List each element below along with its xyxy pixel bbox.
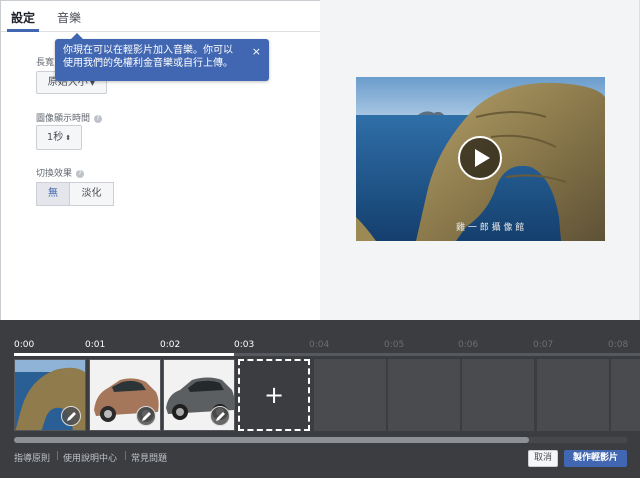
settings-panel: 設定 音樂 長寬比 原始大小 ▼ 圖像顯示時間? 1秒 ⬍ 切換效果? 無 淡化 你… <box>0 0 321 320</box>
create-slideshow-button[interactable]: 製作輕影片 <box>564 450 627 467</box>
edit-clip-button[interactable] <box>210 406 230 426</box>
transition-fade-option[interactable]: 淡化 <box>69 182 114 206</box>
timeline-ruler <box>234 353 640 356</box>
timeline-panel: 0:00 0:01 0:02 0:03 0:04 0:05 0:06 0:07 … <box>0 320 640 478</box>
time-tick: 0:04 <box>309 340 330 350</box>
empty-slot <box>537 359 609 431</box>
pencil-icon <box>142 412 151 421</box>
timeline-scroll-thumb[interactable] <box>14 437 529 443</box>
guidelines-link[interactable]: 指導原則 <box>14 451 50 464</box>
tab-bar: 設定 音樂 <box>1 1 321 32</box>
editor-top: 設定 音樂 長寬比 原始大小 ▼ 圖像顯示時間? 1秒 ⬍ 切換效果? 無 淡化 你… <box>0 0 640 320</box>
image-duration-label: 圖像顯示時間? <box>36 111 103 124</box>
transition-label: 切換效果? <box>36 166 85 179</box>
clip-thumbnail[interactable] <box>89 359 161 431</box>
info-icon[interactable]: ? <box>76 169 85 178</box>
time-tick: 0:02 <box>160 340 181 350</box>
clip-thumbnail[interactable] <box>14 359 86 431</box>
pencil-icon <box>216 412 225 421</box>
close-icon[interactable]: × <box>252 45 261 58</box>
edit-clip-button[interactable] <box>136 406 156 426</box>
empty-slot <box>611 359 640 431</box>
faq-link[interactable]: 常見問題 <box>131 451 167 464</box>
time-tick: 0:03 <box>234 340 255 350</box>
stepper-icon: ⬍ <box>65 134 72 142</box>
tooltip-text-line1: 你現在可以在輕影片加入音樂。你可以 <box>63 45 233 56</box>
tooltip-text-line2: 使用我們的免權利金音樂或自行上傳。 <box>63 58 233 69</box>
empty-slot <box>462 359 534 431</box>
pencil-icon <box>67 412 76 421</box>
footer-separator: | <box>124 451 128 461</box>
clip-thumbnail[interactable] <box>163 359 235 431</box>
time-tick: 0:06 <box>458 340 479 350</box>
image-duration-stepper[interactable]: 1秒 ⬍ <box>36 125 82 150</box>
edit-clip-button[interactable] <box>61 406 81 426</box>
time-tick: 0:05 <box>384 340 405 350</box>
empty-slot <box>314 359 386 431</box>
footer-separator: | <box>56 451 60 461</box>
music-tooltip: 你現在可以在輕影片加入音樂。你可以 使用我們的免權利金音樂或自行上傳。 × <box>55 33 269 81</box>
info-icon[interactable]: ? <box>94 114 103 123</box>
empty-slot <box>388 359 460 431</box>
tab-music[interactable]: 音樂 <box>57 9 81 26</box>
time-tick: 0:01 <box>85 340 106 350</box>
active-tab-indicator <box>7 29 39 32</box>
play-icon <box>475 149 490 167</box>
time-tick: 0:07 <box>533 340 554 350</box>
play-button[interactable] <box>458 136 502 180</box>
image-duration-value: 1秒 <box>46 132 64 143</box>
image-duration-label-text: 圖像顯示時間 <box>36 114 91 124</box>
transition-label-text: 切換效果 <box>36 169 73 179</box>
cancel-button[interactable]: 取消 <box>528 450 558 467</box>
plus-icon: + <box>263 381 285 409</box>
time-tick: 0:00 <box>14 340 35 350</box>
add-photo-button[interactable]: + <box>238 359 310 431</box>
tab-settings[interactable]: 設定 <box>11 9 35 26</box>
timeline-progress <box>14 353 234 356</box>
transition-none-option[interactable]: 無 <box>36 182 70 206</box>
help-center-link[interactable]: 使用說明中心 <box>63 451 117 464</box>
slideshow-preview[interactable]: 雞 一 郎 攝 像 館 <box>356 77 605 241</box>
tooltip-arrow <box>71 33 83 39</box>
watermark-text: 雞 一 郎 攝 像 館 <box>456 223 525 233</box>
time-tick: 0:08 <box>608 340 629 350</box>
